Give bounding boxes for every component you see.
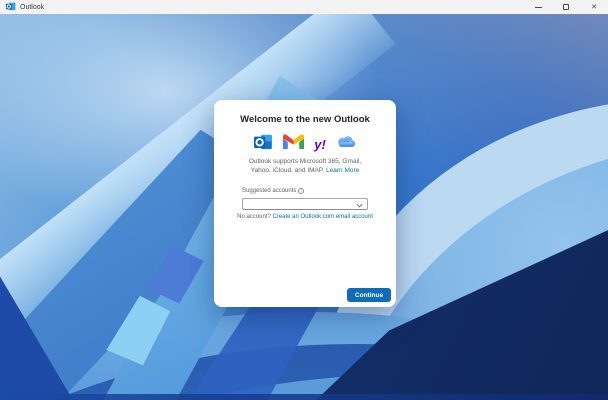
support-line-2: Yahoo, iCloud, and IMAP. bbox=[251, 167, 324, 174]
icloud-icon bbox=[336, 135, 356, 153]
info-icon[interactable]: i bbox=[298, 188, 304, 194]
continue-button[interactable]: Continue bbox=[347, 288, 391, 302]
provider-icons-row: y! bbox=[214, 134, 396, 154]
create-account-link[interactable]: Create an Outlook.com email account bbox=[272, 214, 372, 220]
maximize-icon bbox=[563, 4, 569, 10]
maximize-button[interactable] bbox=[552, 0, 580, 14]
minimize-button[interactable] bbox=[524, 0, 552, 14]
window-controls: ✕ bbox=[524, 0, 608, 14]
no-account-line: No account? Create an Outlook.com email … bbox=[214, 214, 396, 220]
yahoo-icon: y! bbox=[314, 138, 326, 151]
close-icon: ✕ bbox=[591, 4, 597, 11]
outlook-window: Outlook ✕ bbox=[0, 0, 608, 400]
chevron-down-icon bbox=[356, 195, 363, 213]
desktop-wallpaper: Welcome to the new Outlook bbox=[0, 14, 608, 400]
learn-more-link[interactable]: Learn More bbox=[326, 167, 359, 174]
support-line-1: Outlook supports Microsoft 365, Gmail, bbox=[249, 158, 361, 165]
suggested-accounts-text: Suggested accounts bbox=[242, 188, 296, 194]
minimize-icon bbox=[535, 7, 542, 8]
close-button[interactable]: ✕ bbox=[580, 0, 608, 14]
gmail-icon bbox=[283, 134, 304, 155]
outlook-icon bbox=[254, 133, 273, 156]
page-title: Welcome to the new Outlook bbox=[214, 114, 396, 125]
titlebar: Outlook ✕ bbox=[0, 0, 608, 14]
wallpaper-bottom-strip bbox=[0, 394, 608, 400]
welcome-card: Welcome to the new Outlook bbox=[214, 100, 396, 307]
suggested-accounts-dropdown[interactable] bbox=[242, 198, 368, 210]
support-text: Outlook supports Microsoft 365, Gmail, Y… bbox=[224, 157, 386, 175]
window-title: Outlook bbox=[20, 4, 44, 11]
suggested-accounts-label: Suggested accounts i bbox=[242, 188, 304, 194]
no-account-text: No account? bbox=[237, 214, 271, 220]
